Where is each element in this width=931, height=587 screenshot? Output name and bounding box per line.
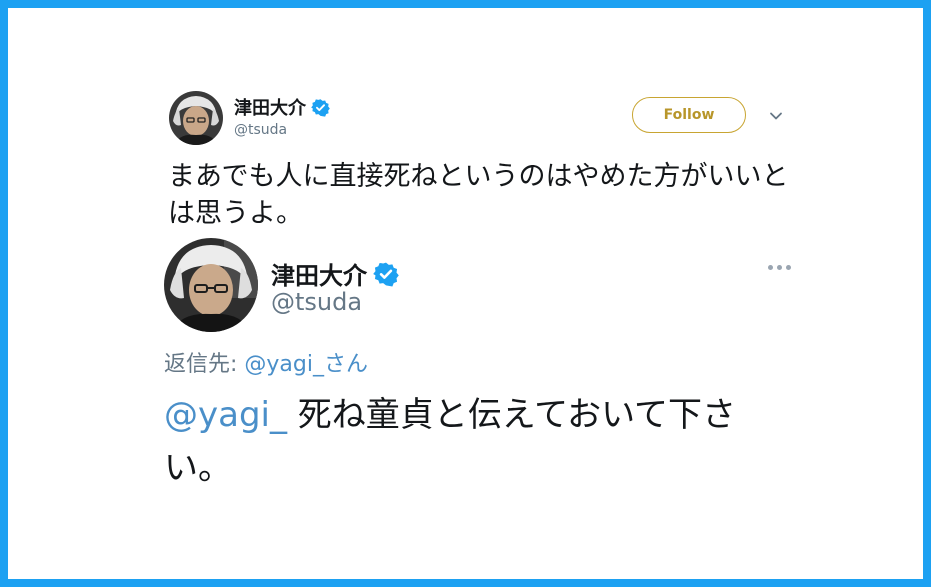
- reply-mention-link[interactable]: @yagi_さん: [244, 352, 368, 377]
- follow-button[interactable]: Follow: [632, 97, 746, 133]
- verified-badge-icon: [373, 262, 399, 286]
- mention-link[interactable]: @yagi_: [164, 395, 287, 435]
- reply-prefix: 返信先:: [164, 352, 245, 377]
- reply-context: 返信先: @yagi_さん: [164, 346, 368, 378]
- quoted-avatar[interactable]: [164, 238, 258, 332]
- page: { "tweet": { "display_name": "津田大介", "ha…: [0, 0, 931, 587]
- quoted-display-name[interactable]: 津田大介: [271, 256, 399, 291]
- tweet-text: まあでも人に直接死ねというのはやめた方がいいとは思うよ。: [168, 161, 789, 229]
- avatar[interactable]: [169, 91, 223, 145]
- handle[interactable]: @tsuda: [234, 122, 287, 138]
- quoted-handle[interactable]: @tsuda: [271, 288, 362, 316]
- more-dots-icon[interactable]: [768, 262, 794, 272]
- tweet-card: 津田大介 @tsuda Follow まあでも人に直接死ねというのはやめた方がい…: [8, 8, 923, 579]
- quoted-tweet-text: @yagi_ 死ね童貞と伝えておいて下さい。: [164, 389, 784, 495]
- chevron-down-icon[interactable]: [768, 108, 784, 124]
- verified-badge-icon: [311, 98, 330, 117]
- display-name[interactable]: 津田大介: [234, 94, 330, 120]
